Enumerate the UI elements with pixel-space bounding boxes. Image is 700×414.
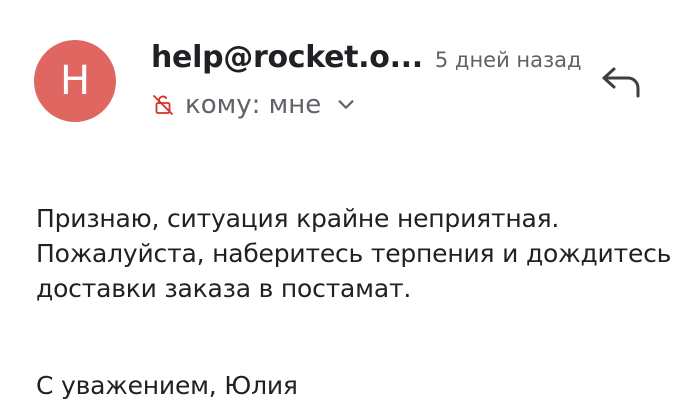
message-body: Признаю, ситуация крайне неприятная. Пож… [36,201,700,306]
chevron-down-icon[interactable] [335,94,357,116]
message-line: Признаю, ситуация крайне неприятная. [36,204,560,233]
sender-avatar[interactable]: H [34,40,116,122]
sender-row: help@rocket.o... 5 дней назад [151,40,582,75]
recipients-row[interactable]: кому: мне [151,90,357,120]
reply-icon [602,67,640,98]
recipients-label: кому: мне [185,90,322,120]
sender-address[interactable]: help@rocket.o... [151,40,423,75]
message-line: доставки заказа в постамат. [36,274,412,303]
avatar-letter: H [59,58,91,104]
reply-button[interactable] [598,62,646,102]
lock-off-icon [153,95,173,115]
message-line: Пожалуйста, наберитесь терпения и дождит… [36,239,672,268]
message-time: 5 дней назад [434,48,582,72]
message-signature: С уважением, Юлия [36,371,298,400]
